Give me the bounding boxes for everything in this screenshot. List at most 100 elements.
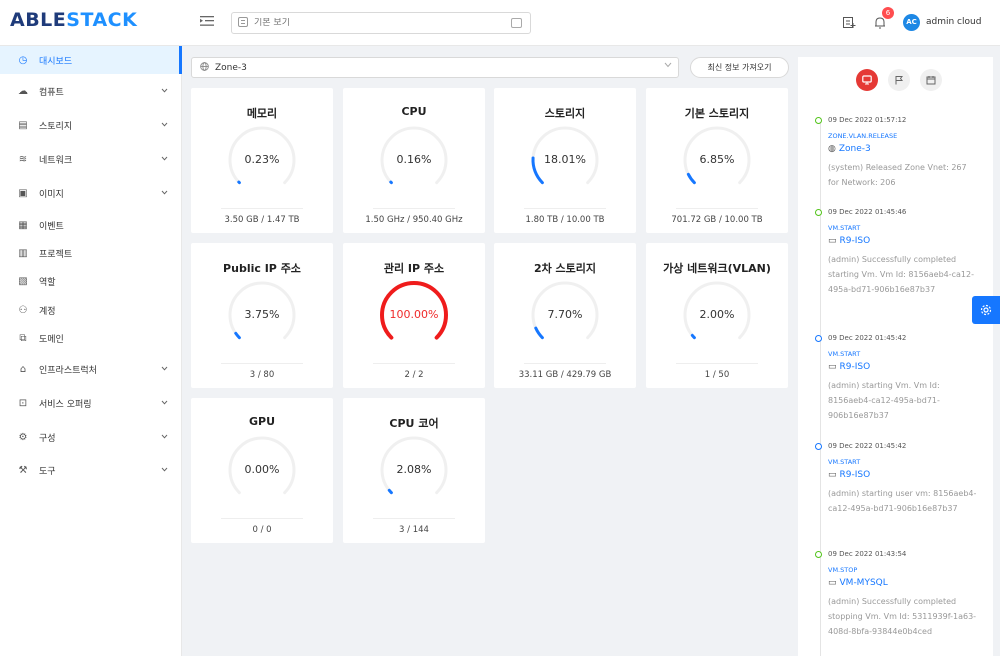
sidebar-item-13[interactable]: ⚒ 도구 <box>0 456 182 484</box>
sidebar-item-label: 도메인 <box>39 334 64 345</box>
usage-percent: 3.75% <box>244 308 280 321</box>
usage-percent: 6.85% <box>699 153 735 166</box>
sidebar-item-label: 이미지 <box>39 189 64 200</box>
sidebar-item-label: 역할 <box>39 277 56 288</box>
event-status-dot <box>815 209 822 216</box>
resource-card: CPU 0.16% 1.50 GHz / 950.40 GHz <box>343 88 485 233</box>
avatar[interactable]: AC <box>903 14 920 31</box>
sidebar-item-2[interactable]: ▤ 스토리지 <box>0 111 182 139</box>
resource-card: 기본 스토리지 6.85% 701.72 GB / 10.00 TB <box>646 88 788 233</box>
shopping-icon: ⊡ <box>18 397 28 409</box>
card-title: 가상 네트워크(VLAN) <box>663 262 771 275</box>
event-target-label: VM-MYSQL <box>839 578 888 588</box>
chevron-down-icon <box>161 433 168 441</box>
event-time: 09 Dec 2022 01:43:54 <box>828 550 907 558</box>
usage-amount: 2 / 2 <box>404 370 424 380</box>
usage-percent: 0.00% <box>244 463 280 476</box>
bell-icon[interactable] <box>874 16 886 32</box>
sidebar-item-5[interactable]: ▦ 이벤트 <box>0 211 182 239</box>
chevron-down-icon <box>664 62 672 70</box>
event-item: 09 Dec 2022 01:57:12 ZONE.VLAN.RELEASE ◍ Zo… <box>815 116 990 216</box>
desktop-icon: ▭ <box>828 470 837 480</box>
dashboard-icon: ◷ <box>18 54 28 66</box>
sidebar-item-8[interactable]: ⚇ 계정 <box>0 296 182 324</box>
usage-amount: 701.72 GB / 10.00 TB <box>671 215 763 225</box>
card-title: 기본 스토리지 <box>684 107 750 120</box>
event-item: 09 Dec 2022 01:45:42 VM.START ▭ R9-ISO (admi… <box>815 442 990 542</box>
chevron-down-icon <box>161 189 168 197</box>
gauge-fill <box>534 326 544 340</box>
event-description: (system) Released Zone Vnet: 267 for Net… <box>828 163 967 187</box>
refresh-button[interactable]: 최신 정보 가져오기 <box>690 57 789 78</box>
event-type: VM.START <box>828 224 861 232</box>
sidebar-item-label: 구성 <box>39 433 56 444</box>
notification-badge: 6 <box>882 7 894 19</box>
menu-fold-icon[interactable] <box>200 15 214 29</box>
sidebar-item-label: 계정 <box>39 306 56 317</box>
sidebar-item-0[interactable]: ◷ 대시보드 <box>0 46 182 74</box>
resource-card: GPU 0.00% 0 / 0 <box>191 398 333 543</box>
event-target-link[interactable]: ▭ R9-ISO <box>828 470 870 480</box>
search-box[interactable] <box>231 12 531 34</box>
sidebar-item-6[interactable]: ▥ 프로젝트 <box>0 239 182 267</box>
tab-flag-events[interactable] <box>888 69 910 91</box>
tab-all-events[interactable] <box>856 69 878 91</box>
event-target-link[interactable]: ◍ Zone-3 <box>828 144 871 154</box>
zone-select[interactable]: Zone-3 <box>191 57 679 78</box>
filter-icon <box>238 16 248 30</box>
event-status-dot <box>815 117 822 124</box>
event-status-dot <box>815 551 822 558</box>
tab-calendar-events[interactable] <box>920 69 942 91</box>
sidebar-item-10[interactable]: ⌂ 인프라스트럭처 <box>0 355 182 383</box>
event-target-label: R9-ISO <box>839 470 871 480</box>
event-description: (admin) Successfully completed starting … <box>828 255 974 294</box>
setting-fab-icon[interactable] <box>972 296 1000 324</box>
event-time: 09 Dec 2022 01:45:42 <box>828 442 907 450</box>
resource-card: CPU 코어 2.08% 3 / 144 <box>343 398 485 543</box>
sidebar-item-11[interactable]: ⊡ 서비스 오퍼링 <box>0 389 182 417</box>
card-title: 메모리 <box>246 107 278 120</box>
schedule-icon: ▦ <box>18 219 28 231</box>
sidebar-item-9[interactable]: ⧉ 도메인 <box>0 324 182 352</box>
card-divider <box>373 518 455 519</box>
resource-card: 메모리 0.23% 3.50 GB / 1.47 TB <box>191 88 333 233</box>
card-divider <box>524 208 606 209</box>
event-panel: 09 Dec 2022 01:57:12 ZONE.VLAN.RELEASE ◍ Zo… <box>798 57 993 656</box>
chevron-down-icon <box>161 87 168 95</box>
usage-amount: 33.11 GB / 429.79 GB <box>518 370 612 380</box>
project-icon: ▥ <box>18 247 28 259</box>
desktop-icon: ▭ <box>828 236 837 246</box>
create-shortcut-icon[interactable] <box>843 16 856 32</box>
card-title: 관리 IP 주소 <box>383 262 445 275</box>
card-divider <box>676 208 758 209</box>
resource-card: 스토리지 18.01% 1.80 TB / 10.00 TB <box>494 88 636 233</box>
wifi-icon: ≋ <box>18 153 28 165</box>
gauge-fill <box>387 488 393 495</box>
card-divider <box>221 518 303 519</box>
setting-icon: ⚙ <box>18 431 28 443</box>
sidebar: ◷ 대시보드 ☁ 컴퓨트 ▤ 스토리지 ≋ 네트워크 ▣ 이미지 ▦ 이벤트 ▥ 프로젝트 ▧ 역할 ⚇ 계정 ⧉ 도… <box>0 46 182 656</box>
usage-amount: 1.80 TB / 10.00 TB <box>525 215 605 225</box>
top-header: ABLESTACK 6 AC admin cloud <box>0 0 1000 46</box>
desktop-icon: ▭ <box>828 578 837 588</box>
gauge-fill <box>690 333 696 340</box>
card-divider <box>221 208 303 209</box>
sidebar-item-3[interactable]: ≋ 네트워크 <box>0 145 182 173</box>
event-target-link[interactable]: ▭ R9-ISO <box>828 236 870 246</box>
username[interactable]: admin cloud <box>926 17 981 27</box>
card-title: CPU <box>401 105 427 118</box>
event-target-link[interactable]: ▭ R9-ISO <box>828 362 870 372</box>
event-target-link[interactable]: ▭ VM-MYSQL <box>828 578 888 588</box>
sidebar-item-1[interactable]: ☁ 컴퓨트 <box>0 77 182 105</box>
search-input[interactable] <box>254 18 504 28</box>
logo-text-stack: STACK <box>66 9 138 31</box>
sidebar-item-7[interactable]: ▧ 역할 <box>0 267 182 295</box>
ablestack-logo[interactable]: ABLESTACK <box>10 9 137 31</box>
sidebar-item-12[interactable]: ⚙ 구성 <box>0 423 182 451</box>
event-description: (admin) starting user vm: 8156aeb4-ca12-… <box>828 489 977 513</box>
chevron-down-icon <box>161 155 168 163</box>
saved-filter-icon[interactable] <box>511 18 522 28</box>
card-title: 스토리지 <box>544 107 586 120</box>
card-divider <box>524 363 606 364</box>
sidebar-item-4[interactable]: ▣ 이미지 <box>0 179 182 207</box>
